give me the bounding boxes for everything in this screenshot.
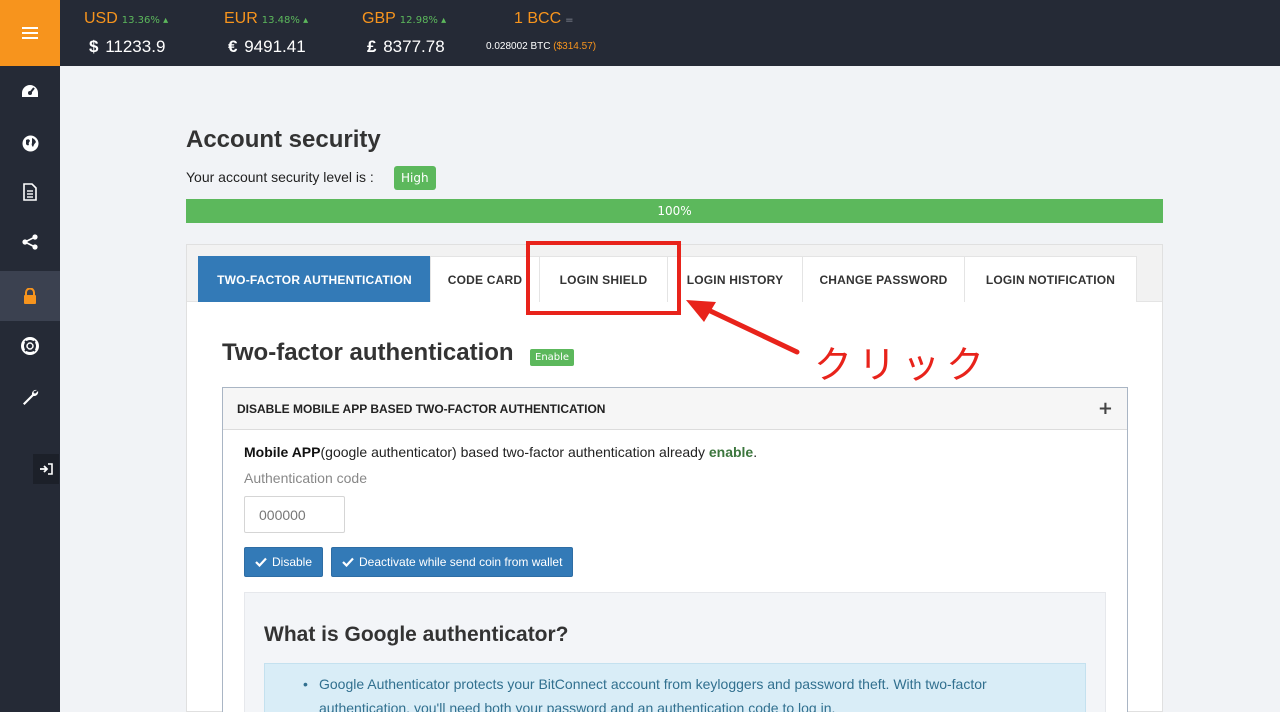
ticker-eur: EUR 13.48% ▴ € 9491.41 bbox=[224, 8, 308, 57]
sidebar-item-settings[interactable] bbox=[0, 372, 60, 422]
document-icon bbox=[23, 183, 37, 201]
logout-button[interactable] bbox=[33, 454, 59, 484]
ticker-currency: 1 BCC bbox=[514, 10, 562, 27]
info-note: • Google Authenticator protects your Bit… bbox=[264, 663, 1086, 712]
ticker-change: 13.48% ▴ bbox=[261, 15, 309, 26]
panel-header[interactable]: DISABLE MOBILE APP BASED TWO-FACTOR AUTH… bbox=[223, 388, 1127, 430]
lifebuoy-icon bbox=[21, 337, 39, 355]
ticker-bcc: 1 BCC = 0.028002 BTC ($314.57) bbox=[486, 8, 596, 52]
ticker-change: 12.98% ▴ bbox=[399, 15, 447, 26]
ticker-gbp: GBP 12.98% ▴ £ 8377.78 bbox=[362, 8, 446, 57]
enable-badge: Enable bbox=[530, 349, 575, 366]
top-bar: USD 13.36% ▴ $ 11233.9 EUR 13.48% ▴ € 9491… bbox=[0, 0, 1280, 66]
ticker-currency: EUR bbox=[224, 10, 258, 27]
bcc-btc-value: 0.028002 BTC ($314.57) bbox=[486, 41, 597, 52]
globe-icon bbox=[22, 135, 38, 151]
plus-icon[interactable]: + bbox=[1098, 398, 1113, 419]
bullet-icon: • bbox=[303, 676, 308, 692]
auth-code-label: Authentication code bbox=[244, 470, 367, 486]
tab-login-notification[interactable]: LOGIN NOTIFICATION bbox=[964, 256, 1137, 302]
sidebar-item-support[interactable] bbox=[0, 321, 60, 371]
disable-2fa-panel: DISABLE MOBILE APP BASED TWO-FACTOR AUTH… bbox=[222, 387, 1128, 712]
ticker-usd: USD 13.36% ▴ $ 11233.9 bbox=[84, 8, 168, 57]
security-progress-bar: 100% bbox=[186, 199, 1163, 223]
hamburger-icon bbox=[22, 27, 38, 39]
annotation-click-label: クリック bbox=[814, 343, 991, 387]
panel-title: DISABLE MOBILE APP BASED TWO-FACTOR AUTH… bbox=[237, 401, 606, 416]
tab-code-card[interactable]: CODE CARD bbox=[430, 256, 540, 302]
check-icon bbox=[255, 557, 267, 567]
ticker-change: = bbox=[565, 15, 574, 26]
sidebar-item-security[interactable] bbox=[0, 271, 60, 321]
sidebar-item-documents[interactable] bbox=[0, 167, 60, 217]
page-title: Account security bbox=[186, 126, 381, 153]
ticker-price: € 9491.41 bbox=[228, 37, 306, 56]
app-status-text: Mobile APP(google authenticator) based t… bbox=[244, 444, 758, 460]
info-box: What is Google authenticator? • Google A… bbox=[244, 592, 1106, 712]
annotation-highlight-box bbox=[526, 241, 681, 315]
security-level-badge: High bbox=[394, 166, 436, 190]
wrench-icon bbox=[23, 389, 39, 405]
share-icon bbox=[22, 234, 38, 250]
info-title: What is Google authenticator? bbox=[264, 623, 569, 646]
tab-change-password[interactable]: CHANGE PASSWORD bbox=[802, 256, 965, 302]
lock-icon bbox=[24, 288, 36, 304]
security-progress-fill: 100% bbox=[186, 199, 1163, 223]
ticker-currency: USD bbox=[84, 10, 118, 27]
sidebar bbox=[0, 66, 60, 712]
section-title: Two-factor authentication bbox=[222, 339, 514, 366]
ticker-currency: GBP bbox=[362, 10, 396, 27]
security-level-text: Your account security level is : bbox=[186, 169, 374, 185]
check-icon bbox=[342, 557, 354, 567]
annotation-arrow-icon bbox=[686, 300, 800, 355]
ticker-price: $ 11233.9 bbox=[89, 37, 166, 56]
dashboard-icon bbox=[22, 85, 38, 97]
deactivate-button[interactable]: Deactivate while send coin from wallet bbox=[331, 547, 574, 577]
sign-in-icon bbox=[40, 463, 53, 475]
ticker-change: 13.36% ▴ bbox=[121, 15, 169, 26]
disable-button[interactable]: Disable bbox=[244, 547, 324, 577]
ticker-price: £ 8377.78 bbox=[367, 37, 445, 56]
info-note-text: Google Authenticator protects your BitCo… bbox=[319, 676, 987, 712]
sidebar-item-globe[interactable] bbox=[0, 118, 60, 168]
auth-code-input[interactable] bbox=[244, 496, 345, 533]
sidebar-item-dashboard[interactable] bbox=[0, 66, 60, 116]
tab-two-factor-authentication[interactable]: TWO-FACTOR AUTHENTICATION bbox=[198, 256, 431, 302]
sidebar-item-share[interactable] bbox=[0, 217, 60, 267]
menu-button[interactable] bbox=[0, 0, 60, 66]
